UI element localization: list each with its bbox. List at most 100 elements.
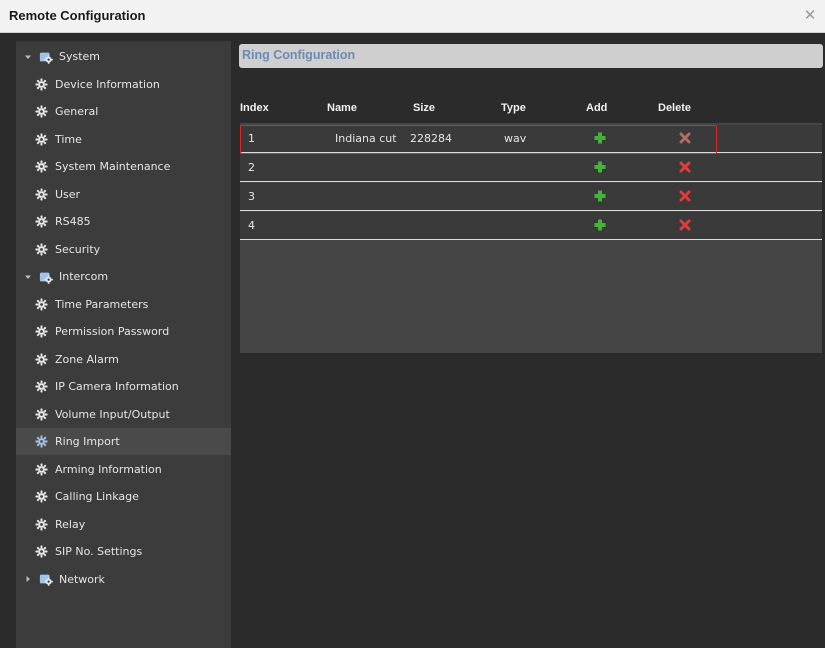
sidebar-item-zone-alarm[interactable]: Zone Alarm bbox=[16, 346, 231, 373]
cell-index: 3 bbox=[248, 190, 255, 203]
sidebar-group-label: Intercom bbox=[59, 270, 109, 283]
sidebar-group-network[interactable]: Network bbox=[16, 566, 231, 593]
sidebar-item-label: RS485 bbox=[55, 215, 91, 228]
add-ring-button[interactable] bbox=[593, 131, 607, 145]
plus-icon bbox=[593, 219, 607, 235]
chevron-down-icon[interactable] bbox=[24, 273, 32, 281]
add-ring-button[interactable] bbox=[593, 160, 607, 174]
table-header: Index Name Size Type Add Delete bbox=[240, 94, 822, 123]
delete-ring-button[interactable] bbox=[678, 189, 692, 203]
table-row[interactable]: 1 Indiana cut 228284 wav bbox=[240, 125, 822, 153]
sidebar-item-volume-input-output[interactable]: Volume Input/Output bbox=[16, 401, 231, 428]
column-header-delete: Delete bbox=[658, 102, 692, 114]
delete-x-icon bbox=[678, 190, 692, 206]
close-icon[interactable]: ✕ bbox=[801, 6, 819, 24]
sidebar-item-general[interactable]: General bbox=[16, 98, 231, 125]
sidebar-item-permission-password[interactable]: Permission Password bbox=[16, 318, 231, 345]
gear-icon bbox=[35, 517, 48, 531]
sidebar-item-label: Ring Import bbox=[55, 435, 120, 448]
sidebar-item-label: Device Information bbox=[55, 77, 160, 91]
settings-folder-icon bbox=[39, 270, 53, 284]
plus-icon bbox=[593, 161, 607, 177]
delete-x-icon bbox=[678, 132, 692, 148]
sidebar-item-system-maintenance[interactable]: System Maintenance bbox=[16, 153, 231, 180]
add-ring-button[interactable] bbox=[593, 218, 607, 232]
gear-icon bbox=[35, 380, 48, 393]
gear-icon bbox=[35, 325, 48, 338]
column-header-type: Type bbox=[501, 102, 526, 114]
main-panel: Ring Configuration Index Name Size Type … bbox=[239, 41, 825, 648]
plus-icon bbox=[593, 190, 607, 206]
sidebar-item-time-parameters[interactable]: Time Parameters bbox=[16, 291, 231, 318]
delete-x-icon bbox=[678, 161, 692, 177]
sidebar-group-label: Network bbox=[59, 572, 105, 586]
sidebar-item-calling-linkage[interactable]: Calling Linkage bbox=[16, 483, 231, 510]
sidebar-item-label: Calling Linkage bbox=[55, 490, 139, 503]
gear-icon bbox=[35, 187, 48, 201]
gear-icon bbox=[35, 215, 48, 228]
settings-folder-icon bbox=[39, 572, 53, 586]
sidebar-item-label: Relay bbox=[55, 517, 86, 531]
sidebar-group-intercom[interactable]: Intercom bbox=[16, 263, 231, 290]
ring-table: Index Name Size Type Add Delete 1 Indiana… bbox=[240, 94, 822, 353]
sidebar-item-ring-import[interactable]: Ring Import bbox=[16, 428, 231, 455]
column-header-name: Name bbox=[327, 102, 357, 114]
sidebar-item-device-information[interactable]: Device Information bbox=[16, 71, 231, 98]
gear-icon bbox=[35, 407, 48, 421]
gear-icon bbox=[35, 462, 48, 476]
sidebar-item-sip-no-settings[interactable]: SIP No. Settings bbox=[16, 538, 231, 565]
window-title: Remote Configuration bbox=[9, 8, 146, 23]
column-header-index: Index bbox=[240, 102, 269, 114]
title-bar: Remote Configuration ✕ bbox=[0, 0, 825, 33]
table-row[interactable]: 2 bbox=[240, 154, 822, 182]
sidebar-item-user[interactable]: User bbox=[16, 181, 231, 208]
gear-icon bbox=[35, 545, 48, 558]
delete-ring-button[interactable] bbox=[678, 131, 692, 145]
gear-icon bbox=[35, 435, 48, 448]
gear-icon bbox=[35, 352, 48, 366]
sidebar-item-label: Time bbox=[55, 132, 82, 146]
sidebar-item-label: SIP No. Settings bbox=[55, 545, 143, 558]
column-header-add: Add bbox=[586, 102, 608, 114]
sidebar-item-label: General bbox=[55, 105, 99, 118]
cell-index: 1 bbox=[248, 132, 255, 145]
sidebar-item-relay[interactable]: Relay bbox=[16, 511, 231, 538]
sidebar-item-label: Volume Input/Output bbox=[55, 407, 170, 421]
sidebar-item-security[interactable]: Security bbox=[16, 236, 231, 263]
column-header-size: Size bbox=[413, 102, 436, 114]
delete-ring-button[interactable] bbox=[678, 218, 692, 232]
sidebar-tree: System Device Information General Time Syste… bbox=[16, 41, 231, 648]
section-title: Ring Configuration bbox=[242, 48, 356, 62]
cell-type: wav bbox=[504, 132, 527, 145]
gear-icon bbox=[35, 77, 48, 91]
cell-index: 2 bbox=[248, 161, 255, 174]
sidebar-item-time[interactable]: Time bbox=[16, 126, 231, 153]
gear-icon bbox=[35, 297, 48, 311]
sidebar-item-arming-information[interactable]: Arming Information bbox=[16, 456, 231, 483]
sidebar-item-label: Security bbox=[55, 242, 101, 256]
sidebar-item-label: IP Camera Information bbox=[55, 380, 179, 393]
table-row[interactable]: 3 bbox=[240, 183, 822, 211]
delete-ring-button[interactable] bbox=[678, 160, 692, 174]
sidebar-item-ip-camera-information[interactable]: IP Camera Information bbox=[16, 373, 231, 400]
sidebar-item-label: Arming Information bbox=[55, 462, 162, 476]
gear-icon bbox=[35, 242, 48, 256]
table-row[interactable]: 4 bbox=[240, 212, 822, 240]
section-header: Ring Configuration bbox=[239, 44, 823, 68]
chevron-right-icon[interactable] bbox=[24, 575, 32, 583]
sidebar-group-system[interactable]: System bbox=[16, 43, 231, 70]
sidebar-item-rs485[interactable]: RS485 bbox=[16, 208, 231, 235]
gear-icon bbox=[35, 132, 48, 146]
sidebar-item-label: User bbox=[55, 187, 81, 201]
gear-icon bbox=[35, 490, 48, 503]
gear-icon bbox=[35, 160, 48, 173]
chevron-down-icon[interactable] bbox=[24, 53, 32, 61]
sidebar-item-label: Zone Alarm bbox=[55, 352, 119, 366]
gear-icon bbox=[35, 105, 48, 118]
sidebar-item-label: System Maintenance bbox=[55, 160, 171, 173]
settings-folder-icon bbox=[39, 50, 53, 64]
cell-size: 228284 bbox=[410, 132, 452, 145]
cell-name: Indiana cut bbox=[335, 132, 397, 145]
cell-index: 4 bbox=[248, 219, 255, 232]
add-ring-button[interactable] bbox=[593, 189, 607, 203]
